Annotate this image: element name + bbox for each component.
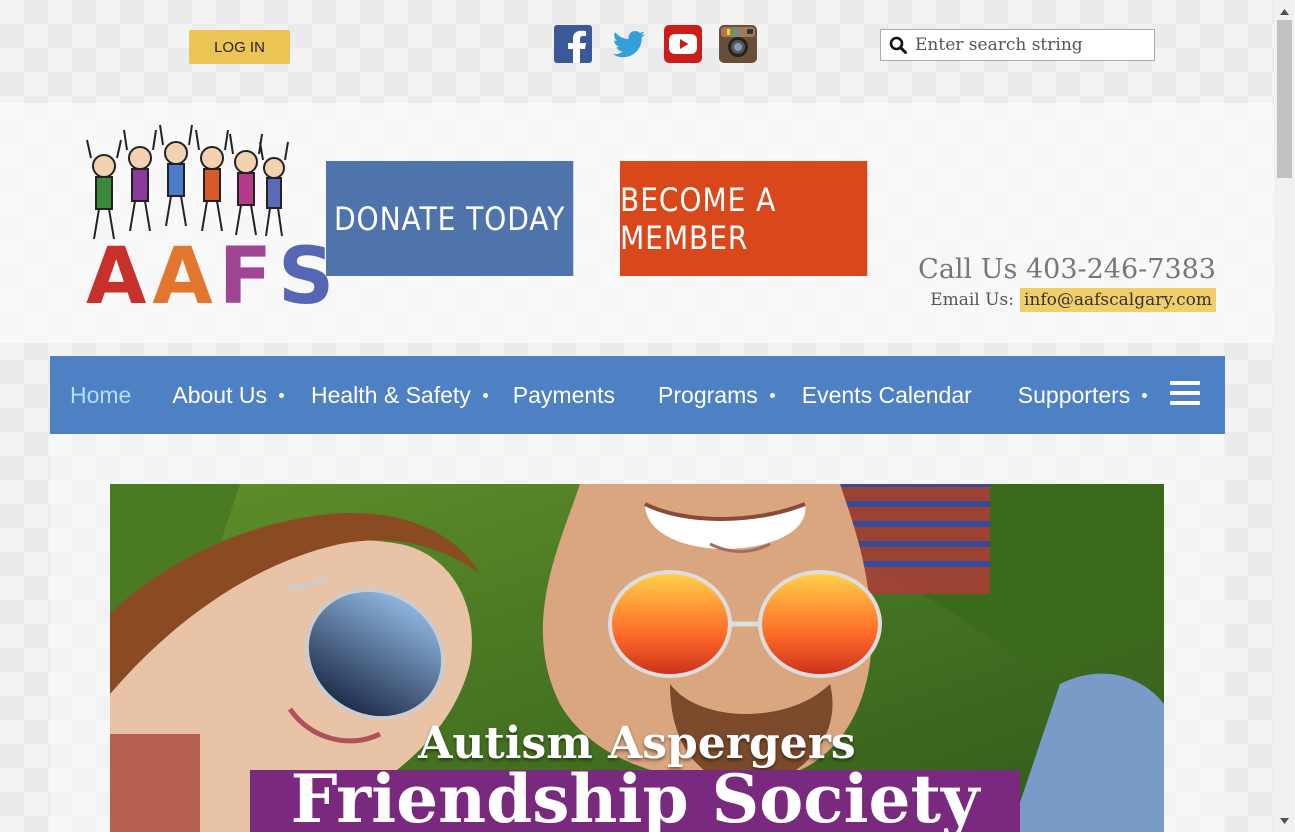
logo-letter: A <box>86 232 153 322</box>
donate-label: DONATE TODAY <box>333 199 566 238</box>
vertical-scrollbar[interactable] <box>1274 0 1295 832</box>
scroll-up-arrow-icon[interactable] <box>1274 3 1295 20</box>
instagram-icon[interactable] <box>719 25 757 63</box>
main-nav: Home About Us Health & Safety Payments P… <box>50 356 1225 434</box>
nav-item-label: Payments <box>512 381 616 408</box>
nav-item-events-calendar[interactable]: Events Calendar <box>802 356 972 434</box>
submenu-indicator-icon <box>278 392 284 398</box>
nav-item-label: Programs <box>658 381 758 408</box>
nav-item-health-safety[interactable]: Health & Safety <box>311 356 488 434</box>
nav-item-about-us[interactable]: About Us <box>172 356 284 434</box>
social-links <box>554 25 757 63</box>
submenu-indicator-icon <box>769 392 775 398</box>
login-button[interactable]: LOG IN <box>189 30 290 64</box>
search-box <box>880 29 1155 61</box>
email-link[interactable]: info@aafscalgary.com <box>1019 288 1216 312</box>
become-member-button[interactable]: BECOME A MEMBER <box>620 161 868 276</box>
submenu-indicator-icon <box>1142 392 1148 398</box>
nav-item-home[interactable]: Home <box>70 356 131 434</box>
hamburger-menu-icon[interactable] <box>1170 381 1200 409</box>
scroll-down-arrow-icon[interactable] <box>1274 812 1295 829</box>
youtube-icon[interactable] <box>664 25 702 63</box>
page: LOG IN Enter search string AAFS DONATE T… <box>0 0 1274 832</box>
nav-item-label: About Us <box>172 381 267 408</box>
logo-wordmark[interactable]: AAFS <box>86 232 334 322</box>
nav-item-label: Events Calendar <box>801 381 972 408</box>
submenu-indicator-icon <box>482 392 488 398</box>
facebook-icon[interactable] <box>554 25 592 63</box>
email-line: Email Us: info@aafscalgary.com <box>930 288 1216 312</box>
nav-item-supporters[interactable]: Supporters <box>1018 356 1148 434</box>
nav-item-label: Supporters <box>1017 381 1131 408</box>
banner-title: Friendship Society <box>290 760 980 832</box>
search-input[interactable] <box>915 31 1154 59</box>
phone-number: Call Us 403-246-7383 <box>918 254 1216 285</box>
email-label: Email Us: <box>930 290 1014 310</box>
search-icon[interactable] <box>881 30 915 60</box>
twitter-icon[interactable] <box>609 25 647 63</box>
scrollbar-thumb[interactable] <box>1277 20 1292 178</box>
nav-item-label: Home <box>70 381 132 408</box>
nav-item-payments[interactable]: Payments <box>513 356 615 434</box>
logo-letter: A <box>152 232 219 322</box>
logo-letter: F <box>218 232 279 322</box>
hero-banner: Autism Aspergers Friendship Society <box>110 484 1164 832</box>
nav-item-label: Health & Safety <box>310 381 471 408</box>
member-label: BECOME A MEMBER <box>620 180 777 257</box>
nav-item-programs[interactable]: Programs <box>658 356 775 434</box>
donate-button[interactable]: DONATE TODAY <box>326 161 574 276</box>
